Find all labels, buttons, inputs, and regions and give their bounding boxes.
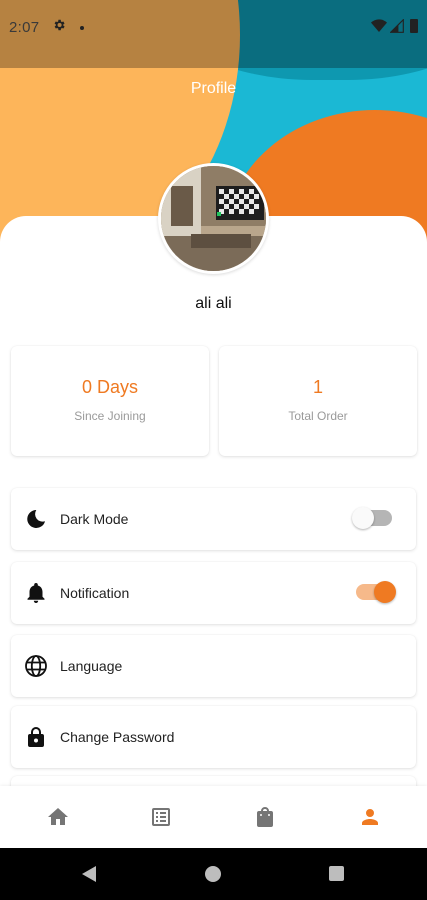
- stat-card-days-since-joining: 0 Days Since Joining: [11, 346, 209, 456]
- setting-label: Change Password: [60, 729, 175, 745]
- home-icon[interactable]: [46, 805, 70, 829]
- bottom-navigation: [0, 786, 427, 848]
- notification-toggle[interactable]: [356, 581, 396, 603]
- page-title: Profile: [190, 80, 237, 97]
- status-time: 2:07: [9, 19, 40, 36]
- recents-icon[interactable]: [329, 866, 344, 881]
- status-bar: 2:07: [0, 0, 427, 68]
- wifi-icon: [371, 19, 387, 38]
- cell-signal-icon: [389, 18, 404, 38]
- stat-value: 1: [312, 377, 323, 397]
- system-navigation-bar: [0, 848, 427, 900]
- setting-label: Dark Mode: [60, 511, 129, 527]
- setting-row-change-password[interactable]: Change Password: [11, 706, 416, 768]
- gear-icon: [52, 18, 66, 37]
- stat-value: 0 Days: [81, 377, 139, 397]
- bell-icon: [24, 581, 48, 605]
- setting-row-notification[interactable]: Notification: [11, 562, 416, 624]
- home-circle-icon[interactable]: [205, 866, 221, 882]
- stat-card-total-order: 1 Total Order: [219, 346, 417, 456]
- avatar[interactable]: [158, 163, 269, 274]
- user-name: ali ali: [195, 295, 232, 312]
- setting-label: Language: [60, 658, 123, 674]
- avatar-photo: [161, 166, 266, 271]
- setting-row-language[interactable]: Language: [11, 635, 416, 697]
- globe-icon: [24, 654, 48, 678]
- lock-icon: [24, 725, 48, 749]
- dark-mode-toggle[interactable]: [352, 507, 392, 529]
- stat-label: Total Order: [288, 409, 348, 423]
- back-icon[interactable]: [81, 865, 97, 888]
- setting-label: Notification: [60, 585, 130, 601]
- toggle-knob: [352, 507, 374, 529]
- stat-label: Since Joining: [74, 409, 146, 423]
- list-icon[interactable]: [149, 805, 173, 829]
- toggle-knob: [374, 581, 396, 603]
- notification-dot-icon: [80, 26, 84, 30]
- shopping-bag-icon[interactable]: [253, 805, 277, 829]
- setting-row-dark-mode[interactable]: Dark Mode: [11, 488, 416, 550]
- moon-icon: [24, 507, 48, 531]
- battery-icon: [410, 19, 418, 33]
- person-icon[interactable]: [358, 805, 382, 829]
